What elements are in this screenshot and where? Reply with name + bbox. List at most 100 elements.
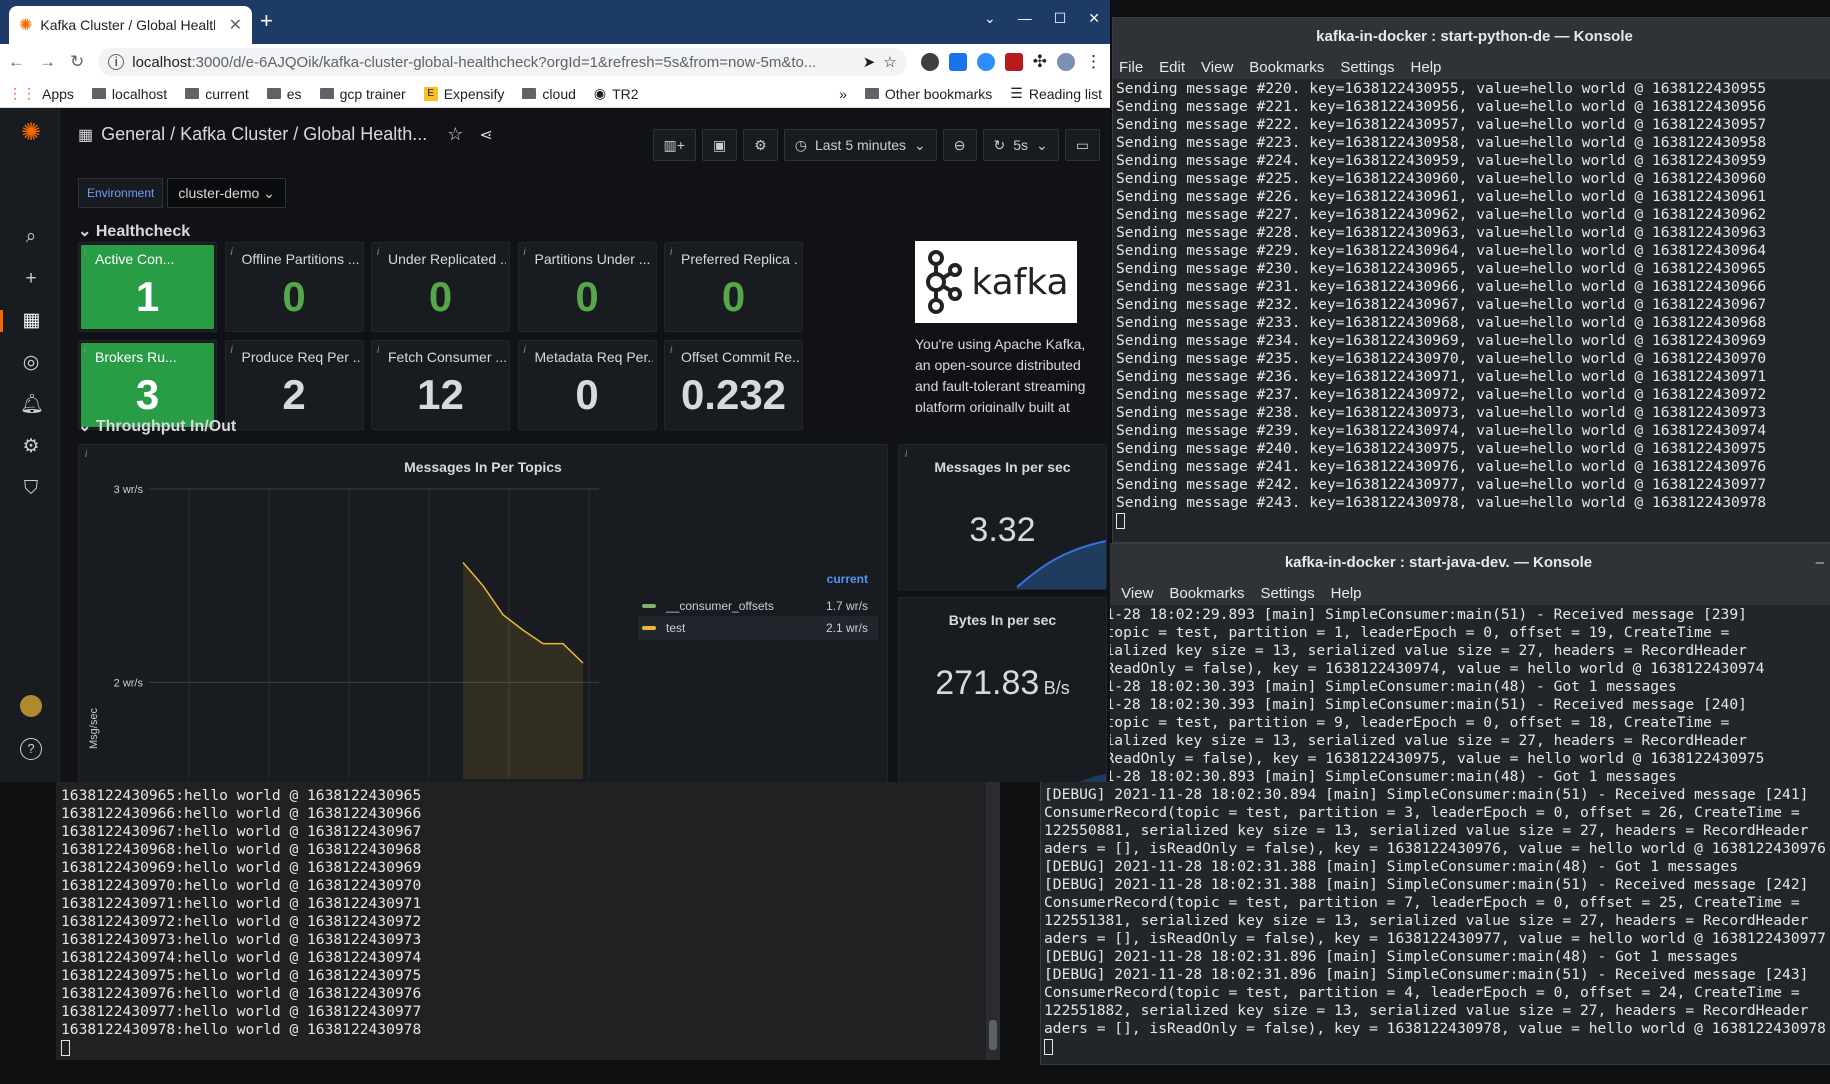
dashboards-icon[interactable]: ▦	[0, 310, 60, 332]
menu-kebab-icon[interactable]: ⋮	[1085, 52, 1102, 72]
terminal-scrollbar[interactable]	[986, 780, 1000, 1060]
stat-panel[interactable]: i Offline Partitions ... 0	[224, 242, 364, 332]
search-icon[interactable]: ⌕	[20, 226, 42, 248]
row-healthcheck[interactable]: ⌄ Healthcheck	[78, 221, 190, 241]
stat-panel[interactable]: i Partitions Under ... 0	[517, 242, 657, 332]
explore-compass-icon[interactable]: ◎	[20, 352, 42, 374]
bookmark-es[interactable]: es	[266, 86, 302, 102]
close-window-icon[interactable]: ✕	[1088, 10, 1100, 27]
stat-panel[interactable]: i Metadata Req Per... 0	[517, 339, 657, 430]
bookmark-current[interactable]: current	[185, 86, 249, 102]
menu-item-edit[interactable]: Edit	[1159, 56, 1185, 79]
forward-icon[interactable]: →	[39, 52, 56, 72]
help-icon[interactable]: ?	[20, 738, 42, 760]
send-icon[interactable]: ➤	[863, 53, 876, 71]
bookmark-gcp-trainer[interactable]: gcp trainer	[319, 86, 406, 102]
row-throughput[interactable]: ⌄ Throughput In/Out	[78, 416, 236, 436]
add-panel-button[interactable]: ▥+	[652, 129, 696, 161]
panel-info-icon[interactable]: i	[377, 345, 379, 356]
stat-panel[interactable]: i Produce Req Per ... 2	[224, 339, 364, 430]
panel-info-icon[interactable]: i	[84, 345, 86, 356]
menu-item-view[interactable]: View	[1121, 582, 1153, 605]
stat-panel[interactable]: i Under Replicated ... 0	[371, 242, 510, 332]
panel-info-icon[interactable]: i	[377, 247, 379, 258]
grafana-logo-icon[interactable]: ✺	[20, 121, 42, 145]
zoom-out-button[interactable]: ⊖	[942, 129, 977, 161]
more-bookmarks-chevron[interactable]: »	[839, 86, 847, 102]
alerting-bell-icon[interactable]: 🔔︎	[20, 394, 44, 416]
menu-item-file[interactable]: File	[1119, 56, 1143, 79]
messages-in-chart[interactable]: 3 wr/s 2 wr/s Msg/sec	[79, 479, 639, 779]
bookmark-expensify[interactable]: E Expensify	[423, 86, 504, 102]
puzzle-extensions-icon[interactable]: ✣	[1033, 52, 1047, 72]
extension-icon[interactable]	[920, 53, 939, 71]
menu-item-help[interactable]: Help	[1331, 582, 1362, 605]
other-bookmarks[interactable]: Other bookmarks	[864, 86, 992, 102]
stat-panel[interactable]: i Active Con... 1	[78, 242, 217, 332]
tab-grafana[interactable]: ✺ Kafka Cluster / Global Health ✕	[9, 6, 252, 44]
environment-select[interactable]: cluster-demo ⌄	[167, 178, 286, 208]
bookmark-tr2[interactable]: ◉ TR2	[594, 85, 639, 102]
terminal-line: 122551381, serialized key size = 13, ser…	[1044, 912, 1809, 929]
back-icon[interactable]: ←	[8, 52, 25, 72]
menu-item-help[interactable]: Help	[1411, 56, 1442, 79]
bookmark-apps[interactable]: ⋮⋮ Apps	[8, 85, 74, 102]
site-info-icon[interactable]: i	[108, 54, 125, 70]
reload-icon[interactable]: ↻	[70, 52, 84, 72]
star-icon[interactable]: ☆	[447, 124, 463, 145]
terminal-consumer-window[interactable]: 1638122430965:hello world @ 163812243096…	[56, 780, 1000, 1060]
panel-info-icon[interactable]: i	[670, 247, 672, 258]
new-tab-button[interactable]: +	[260, 8, 273, 34]
user-avatar[interactable]	[20, 695, 42, 717]
menu-item-view[interactable]: View	[1201, 56, 1233, 79]
minimize-button[interactable]: –	[1816, 544, 1824, 582]
tab-search-icon[interactable]: ⌄	[984, 10, 996, 27]
address-bar[interactable]: i localhost:3000/d/e-6AJQOik/kafka-clust…	[98, 48, 907, 76]
share-icon[interactable]: ⋖	[479, 125, 492, 145]
minimize-icon[interactable]: —	[1018, 10, 1032, 27]
stat-panel[interactable]: i Offset Commit Re... 0.232	[664, 339, 803, 430]
menu-item-bookmarks[interactable]: Bookmarks	[1169, 582, 1244, 605]
panel-info-icon[interactable]: i	[670, 345, 672, 356]
legend-item[interactable]: __consumer_offsets 1.7 wr/s	[638, 594, 878, 618]
stat-panel[interactable]: i Preferred Replica ... 0	[664, 242, 803, 332]
extension-m-icon[interactable]	[948, 53, 967, 71]
grafana-app: ✺ ⌕ + ▦ ◎ 🔔︎ ⚙ ⛉ ? ▦ General / Kafka Clu…	[0, 108, 1110, 782]
panel-info-icon[interactable]: i	[231, 345, 233, 356]
server-admin-shield-icon[interactable]: ⛉	[20, 478, 42, 500]
tv-mode-button[interactable]: ▭	[1064, 129, 1100, 161]
stat-panel[interactable]: i Fetch Consumer ... 12	[371, 339, 510, 430]
konsole-output[interactable]: 2021-11-28 18:02:29.893 [main] SimpleCon…	[1041, 606, 1830, 1056]
profile-avatar[interactable]	[1057, 53, 1075, 71]
panel-info-icon[interactable]: i	[84, 247, 86, 258]
maximize-icon[interactable]: ☐	[1054, 10, 1067, 27]
toolbar: ← → ↻ i localhost:3000/d/e-6AJQOik/kafka…	[0, 44, 1110, 80]
legend-item[interactable]: test 2.1 wr/s	[638, 616, 878, 640]
scrollbar-thumb[interactable]	[989, 1020, 997, 1050]
menu-item-settings[interactable]: Settings	[1340, 56, 1394, 79]
menu-item-bookmarks[interactable]: Bookmarks	[1249, 56, 1324, 79]
dashboard-settings-button[interactable]: ⚙	[743, 129, 778, 161]
panel-info-icon[interactable]: i	[524, 247, 526, 258]
panel-info-icon[interactable]: i	[524, 345, 526, 356]
configuration-gear-icon[interactable]: ⚙	[20, 436, 42, 458]
konsole-output[interactable]: Sending message #220. key=1638122430955,…	[1113, 80, 1830, 530]
zoom-extension-icon[interactable]	[976, 53, 995, 71]
close-tab-icon[interactable]: ✕	[229, 15, 242, 35]
panel-info-icon[interactable]: i	[231, 247, 233, 258]
url-path: :3000/d/e-6AJQOik/kafka-cluster-global-h…	[191, 53, 817, 71]
create-plus-icon[interactable]: +	[20, 268, 42, 290]
bookmark-cloud[interactable]: cloud	[522, 86, 576, 102]
ublock-icon[interactable]	[1004, 53, 1023, 71]
environment-variable-label: Environment	[78, 178, 164, 208]
reading-list[interactable]: ☰ Reading list	[1010, 85, 1102, 102]
refresh-picker[interactable]: ↻ 5s ⌄	[982, 129, 1059, 161]
time-picker[interactable]: ◷ Last 5 minutes ⌄	[783, 129, 937, 161]
save-dashboard-button[interactable]: ▣	[701, 129, 738, 161]
bookmark-star-icon[interactable]: ☆	[883, 53, 896, 71]
menu-item-settings[interactable]: Settings	[1260, 582, 1314, 605]
terminal-line: aders = [], isReadOnly = false), key = 1…	[1044, 840, 1826, 857]
breadcrumb[interactable]: General / Kafka Cluster / Global Health.…	[101, 124, 427, 145]
y-axis-label: Msg/sec	[88, 708, 100, 749]
bookmark-localhost[interactable]: localhost	[91, 86, 167, 102]
